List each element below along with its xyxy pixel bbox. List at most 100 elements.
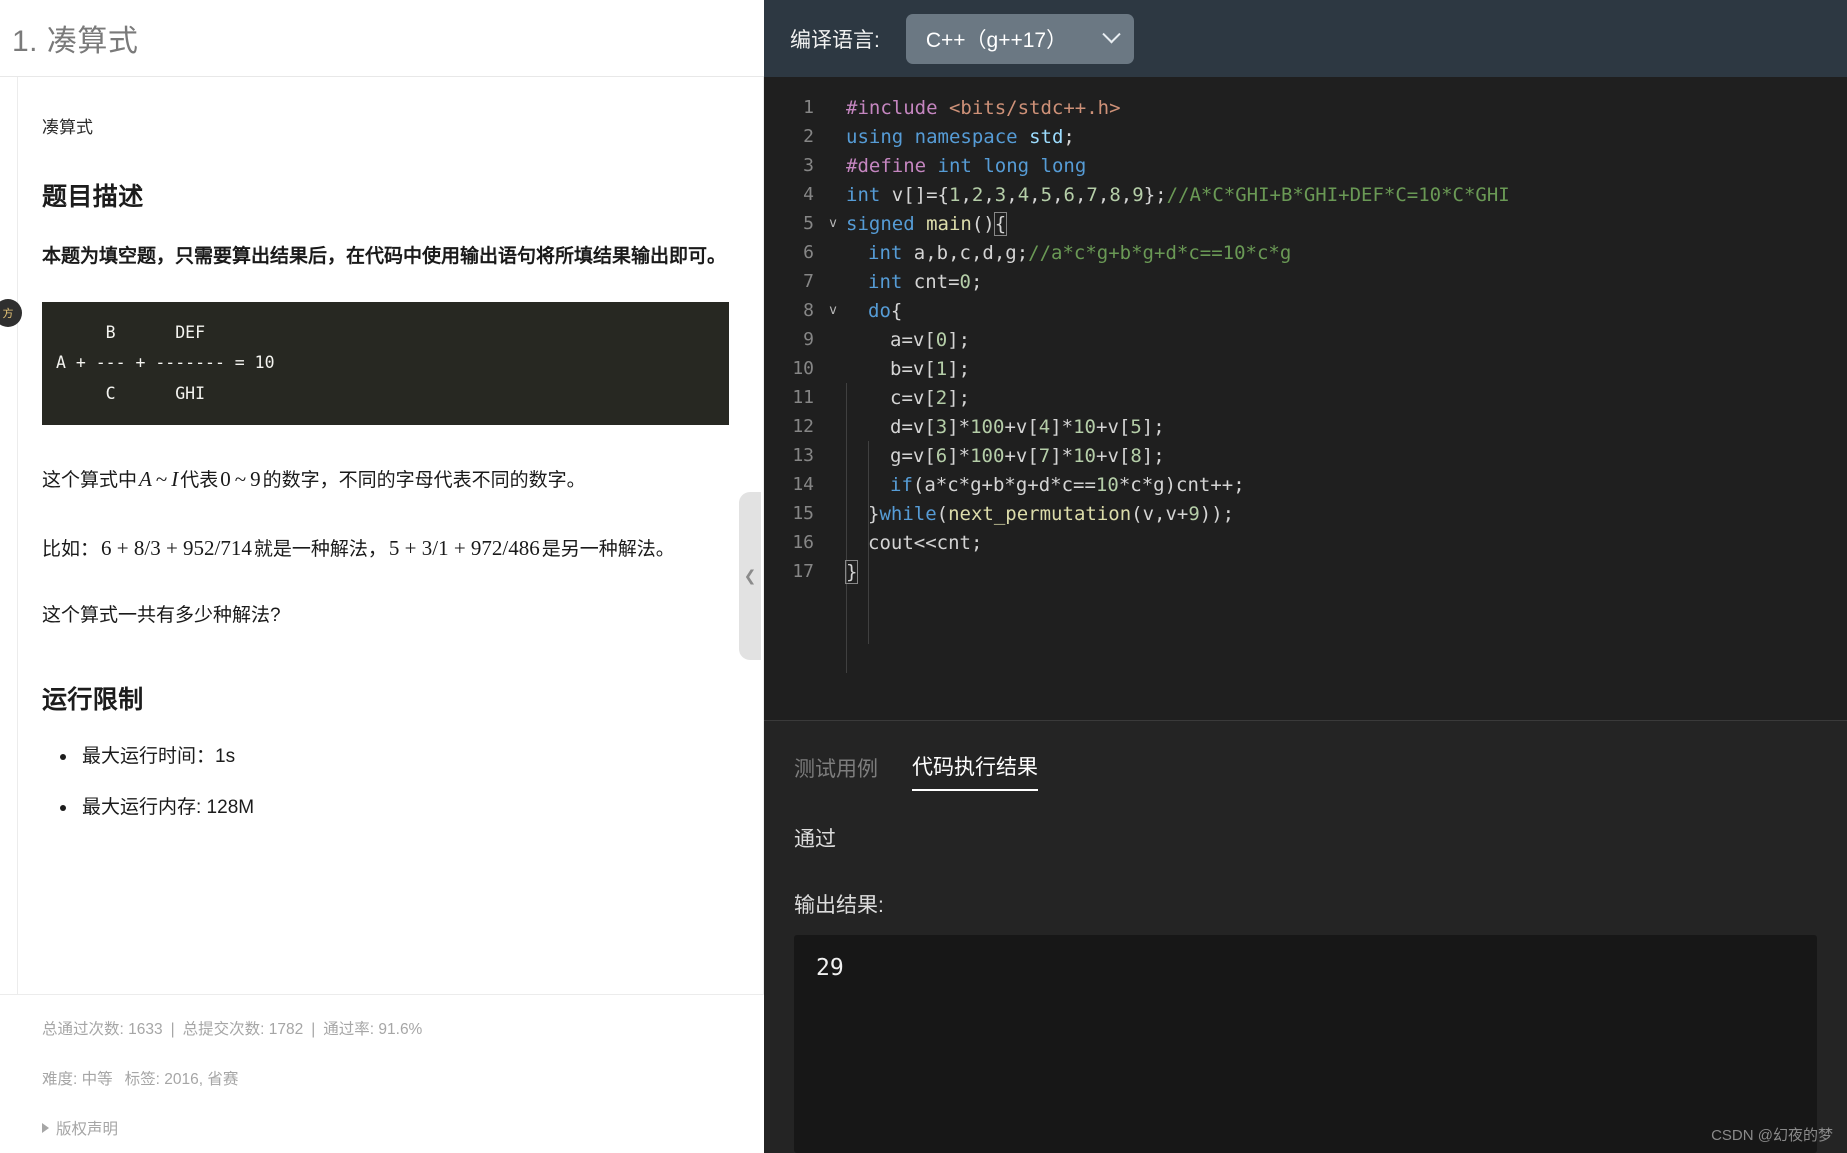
language-label: 编译语言: xyxy=(790,28,880,52)
tab-test-cases[interactable]: 测试用例 xyxy=(794,753,878,791)
copyright-label: 版权声明 xyxy=(56,1121,119,1138)
tilde-1: ~ xyxy=(155,467,168,492)
code-line: 9 a=v[0]; xyxy=(764,325,1847,354)
problem-content: 凑算式 题目描述 本题为填空题，只需要算出结果后，在代码中使用输出语句将所填结果… xyxy=(0,77,763,823)
letters-post: 的数字，不同的字母代表不同的数字。 xyxy=(262,470,586,492)
triangle-right-icon xyxy=(42,1123,49,1133)
status-badge: 通过 xyxy=(794,828,836,851)
page-title: 1. 凑算式 xyxy=(12,25,139,58)
digit-0: 0 xyxy=(220,467,231,492)
editor-panel: 编译语言: C++（g++17） 1 #include <bits/stdc++.… xyxy=(764,0,1847,1153)
code-text: c=v[2]; xyxy=(890,386,971,409)
code-text: } xyxy=(845,559,859,584)
pass-count: 总通过次数: 1633 xyxy=(42,1021,163,1038)
code-line: 3 #define int long long xyxy=(764,151,1847,180)
language-select-value: C++（g++17） xyxy=(925,28,1068,52)
line-number: 10 xyxy=(792,358,814,379)
code-text: int cnt=0; xyxy=(868,270,983,293)
example-expression-2: 5 + 3/1 + 972/486 xyxy=(388,536,540,561)
submit-count: 总提交次数: 1782 xyxy=(182,1021,304,1038)
code-text: using namespace std; xyxy=(846,125,1075,148)
code-text: b=v[1]; xyxy=(890,357,971,380)
line-number: 4 xyxy=(803,184,814,205)
line-number: 2 xyxy=(803,126,814,147)
code-line: 1 #include <bits/stdc++.h> xyxy=(764,93,1847,122)
code-line: 10 b=v[1]; xyxy=(764,354,1847,383)
code-text: signed main(){ xyxy=(846,211,1008,236)
digit-9: 9 xyxy=(250,467,261,492)
code-line: 7 int cnt=0; xyxy=(764,267,1847,296)
line-number: 11 xyxy=(792,387,814,408)
letters-pre: 这个算式中 xyxy=(42,470,138,492)
code-line: 17} xyxy=(764,557,1847,586)
list-item: 最大运行时间：1s xyxy=(56,742,729,772)
code-text: cout<<cnt; xyxy=(868,531,983,554)
line-number: 17 xyxy=(792,561,814,582)
results-tabs: 测试用例 代码执行结果 xyxy=(794,751,1817,791)
panel-collapse-handle[interactable]: ❮ xyxy=(739,492,761,660)
example-paragraph: 比如：6 + 8/3 + 952/714 就是一种解法，5 + 3/1 + 972… xyxy=(42,528,729,569)
problem-body: 方 凑算式 题目描述 本题为填空题，只需要算出结果后，在代码中使用输出语句将所填… xyxy=(0,77,764,994)
letter-i: I xyxy=(171,467,179,492)
code-line: 15 }while(next_permutation(v,v+9)); xyxy=(764,499,1847,528)
code-text: int v[]={1,2,3,4,5,6,7,8,9};//A*C*GHI+B*… xyxy=(846,183,1510,206)
code-line: 13 g=v[6]*100+v[7]*10+v[8]; xyxy=(764,441,1847,470)
line-number: 13 xyxy=(792,445,814,466)
stats-separator-2: | xyxy=(311,1021,316,1038)
chevron-left-icon: ❮ xyxy=(743,567,757,585)
code-line: 12 d=v[3]*100+v[4]*10+v[5]; xyxy=(764,412,1847,441)
code-editor[interactable]: 1 #include <bits/stdc++.h> 2 using namespa… xyxy=(764,77,1847,720)
app-root: 1. 凑算式 方 凑算式 题目描述 本题为填空题，只需要算出结果后，在代码中使用… xyxy=(0,0,1847,1153)
tags-label: 标签: 2016, 省赛 xyxy=(124,1071,239,1088)
code-text: int a,b,c,d,g;//a*c*g+b*g+d*c==10*c*g xyxy=(868,241,1292,264)
example-post: 是另一种解法。 xyxy=(541,539,675,561)
code-line: 4 int v[]={1,2,3,4,5,6,7,8,9};//A*C*GHI+B… xyxy=(764,180,1847,209)
code-line: 14 if(a*c*g+b*g+d*c==10*c*g)cnt++; xyxy=(764,470,1847,499)
code-text: a=v[0]; xyxy=(890,328,971,351)
problem-subtitle: 凑算式 xyxy=(42,118,93,137)
fold-toggle[interactable]: v xyxy=(820,216,846,231)
problem-header: 1. 凑算式 xyxy=(0,0,764,77)
code-text: if(a*c*g+b*g+d*c==10*c*g)cnt++; xyxy=(890,473,1245,496)
description-heading: 题目描述 xyxy=(42,182,144,211)
results-panel: 测试用例 代码执行结果 通过 输出结果: 29 xyxy=(764,720,1847,1153)
output-label: 输出结果: xyxy=(794,894,884,917)
output-value: 29 xyxy=(794,935,1817,1153)
problem-footer: 总通过次数: 1633 | 总提交次数: 1782 | 通过率: 91.6% 难度: 中… xyxy=(0,994,764,1153)
chevron-down-icon xyxy=(1102,25,1121,44)
copyright-toggle[interactable]: 版权声明 xyxy=(42,1117,764,1139)
code-text: }while(next_permutation(v,v+9)); xyxy=(868,502,1235,525)
letters-mid: 代表 xyxy=(180,470,219,492)
code-line: 11 c=v[2]; xyxy=(764,383,1847,412)
line-number: 5 xyxy=(803,213,814,234)
line-number: 9 xyxy=(803,329,814,350)
code-text: d=v[3]*100+v[4]*10+v[5]; xyxy=(890,415,1165,438)
watermark: CSDN @幻夜的梦 xyxy=(1711,1127,1833,1144)
question-paragraph: 这个算式一共有多少种解法? xyxy=(42,605,281,627)
limits-heading: 运行限制 xyxy=(42,686,144,715)
code-line: 6 int a,b,c,d,g;//a*c*g+b*g+d*c==10*c*g xyxy=(764,238,1847,267)
example-expression-1: 6 + 8/3 + 952/714 xyxy=(101,536,252,561)
letter-a: A xyxy=(139,467,152,492)
code-line: 8 v do{ xyxy=(764,296,1847,325)
example-mid: 就是一种解法， xyxy=(253,539,387,561)
description-bold-text: 本题为填空题，只需要算出结果后，在代码中使用输出语句将所填结果输出即可。 xyxy=(42,245,727,267)
problem-panel: 1. 凑算式 方 凑算式 题目描述 本题为填空题，只需要算出结果后，在代码中使用… xyxy=(0,0,764,1153)
line-number: 15 xyxy=(792,503,814,524)
code-line: 16 cout<<cnt; xyxy=(764,528,1847,557)
letters-paragraph: 这个算式中A ~ I 代表0 ~9 的数字，不同的字母代表不同的数字。 xyxy=(42,459,729,500)
tab-execution-result[interactable]: 代码执行结果 xyxy=(912,751,1038,791)
left-rail xyxy=(0,77,18,994)
tilde-2: ~ xyxy=(234,467,247,492)
code-text: #include <bits/stdc++.h> xyxy=(846,96,1121,119)
language-select[interactable]: C++（g++17） xyxy=(905,13,1134,64)
meta-line: 难度: 中等 标签: 2016, 省赛 xyxy=(42,1067,764,1089)
line-number: 6 xyxy=(803,242,814,263)
fold-toggle[interactable]: v xyxy=(820,303,846,318)
formula-code-block: B DEF A + --- + ------- = 10 C GHI xyxy=(42,301,729,426)
pass-rate: 通过率: 91.6% xyxy=(323,1021,423,1038)
stats-line: 总通过次数: 1633 | 总提交次数: 1782 | 通过率: 91.6% xyxy=(42,1017,764,1039)
line-number: 16 xyxy=(792,532,814,553)
limits-list: 最大运行时间：1s 最大运行内存: 128M xyxy=(42,742,729,823)
difficulty-label: 难度: 中等 xyxy=(42,1071,113,1088)
